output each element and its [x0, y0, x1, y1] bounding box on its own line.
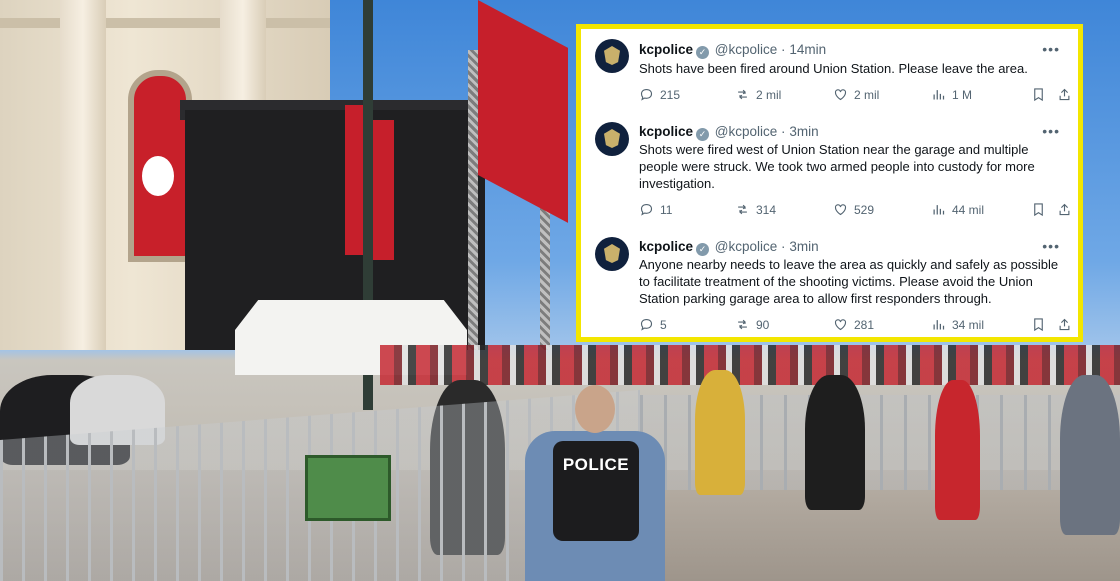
heart-icon — [834, 89, 847, 101]
person — [805, 375, 865, 510]
display-name[interactable]: kcpolice — [639, 124, 693, 139]
tweet-thread-card: kcpolice ✓ @kcpolice · 14min ••• Shots ha… — [576, 24, 1083, 342]
tweet-header: kcpolice ✓ @kcpolice · 3min — [639, 239, 819, 256]
chiefs-arch-banner — [128, 70, 192, 262]
share-button[interactable] — [1057, 87, 1072, 102]
reply-button[interactable]: 5 — [639, 317, 667, 332]
repost-button[interactable]: 2 mil — [735, 87, 781, 102]
tweet-actions: 215 2 mil 2 mil 1 M — [639, 87, 1072, 103]
verified-badge-icon: ✓ — [696, 243, 710, 256]
user-handle[interactable]: @kcpolice — [715, 124, 777, 139]
share-button[interactable] — [1057, 317, 1072, 332]
views-chart-icon — [933, 90, 945, 100]
display-name[interactable]: kcpolice — [639, 239, 693, 254]
views-button[interactable]: 1 M — [931, 87, 972, 102]
share-icon — [1059, 203, 1070, 216]
views-button[interactable]: 34 mil — [931, 317, 984, 332]
police-vest-text: POLICE — [562, 455, 630, 474]
person — [1060, 375, 1120, 535]
reply-icon — [640, 203, 653, 216]
bookmark-icon — [1034, 88, 1043, 102]
tweet-text: Anyone nearby needs to leave the area as… — [639, 257, 1059, 306]
more-options-icon[interactable]: ••• — [1042, 123, 1060, 139]
share-button[interactable] — [1057, 202, 1072, 217]
reply-button[interactable]: 215 — [639, 87, 680, 102]
user-handle[interactable]: @kcpolice — [715, 42, 777, 57]
verified-badge-icon: ✓ — [696, 46, 710, 59]
tweet-actions: 11 314 529 44 mil — [639, 202, 1072, 218]
views-chart-icon — [933, 205, 945, 215]
view-count: 44 mil — [952, 202, 985, 217]
stage-truss — [468, 50, 478, 350]
repost-icon — [738, 89, 747, 100]
bookmark-button[interactable] — [1031, 87, 1046, 102]
heart-icon — [834, 319, 847, 331]
person — [935, 380, 980, 520]
separator-dot: · — [781, 124, 786, 139]
repost-count: 314 — [756, 202, 777, 217]
police-badge-icon — [604, 129, 620, 148]
repost-button[interactable]: 90 — [735, 317, 769, 332]
reply-button[interactable]: 11 — [639, 202, 672, 217]
more-options-icon[interactable]: ••• — [1042, 41, 1060, 57]
bookmark-button[interactable] — [1031, 317, 1046, 332]
like-count: 529 — [854, 202, 875, 217]
folding-chair — [305, 455, 391, 521]
like-count: 2 mil — [854, 87, 880, 102]
reply-count: 5 — [660, 317, 667, 332]
red-banner — [478, 0, 568, 223]
share-icon — [1059, 318, 1070, 331]
police-vest: POLICE — [553, 441, 639, 541]
tweet-text: Shots have been fired around Union Stati… — [639, 61, 1028, 76]
timestamp[interactable]: 3min — [789, 124, 818, 139]
chiefs-logo — [142, 156, 174, 196]
more-options-icon[interactable]: ••• — [1042, 238, 1060, 254]
person — [695, 370, 745, 495]
police-badge-icon — [604, 244, 620, 263]
repost-button[interactable]: 314 — [735, 202, 776, 217]
building-pillar — [60, 0, 106, 350]
avatar[interactable] — [595, 39, 629, 73]
distant-crowd — [380, 345, 1120, 385]
police-officer: POLICE — [505, 385, 685, 581]
bookmark-icon — [1034, 203, 1043, 217]
like-button[interactable]: 281 — [833, 317, 874, 332]
bookmark-icon — [1034, 318, 1043, 332]
like-button[interactable]: 529 — [833, 202, 874, 217]
share-icon — [1059, 88, 1070, 101]
verified-badge-icon: ✓ — [696, 128, 710, 141]
tweet-text: Shots were fired west of Union Station n… — [639, 142, 1035, 191]
tweet-actions: 5 90 281 34 mil — [639, 317, 1072, 333]
avatar[interactable] — [595, 237, 629, 271]
building-cornice — [0, 18, 330, 28]
police-badge-icon — [604, 46, 620, 65]
view-count: 1 M — [952, 87, 973, 102]
timestamp[interactable]: 3min — [789, 239, 818, 254]
reply-icon — [640, 88, 653, 101]
reply-icon — [640, 318, 653, 331]
red-banner — [372, 120, 394, 260]
repost-count: 2 mil — [756, 87, 782, 102]
timestamp[interactable]: 14min — [789, 42, 826, 57]
repost-icon — [738, 204, 747, 215]
bookmark-button[interactable] — [1031, 202, 1046, 217]
display-name[interactable]: kcpolice — [639, 42, 693, 57]
tweet-header: kcpolice ✓ @kcpolice · 3min — [639, 124, 819, 141]
avatar[interactable] — [595, 122, 629, 156]
separator-dot: · — [781, 239, 786, 254]
repost-count: 90 — [756, 317, 770, 332]
user-handle[interactable]: @kcpolice — [715, 239, 777, 254]
repost-icon — [738, 319, 747, 330]
views-button[interactable]: 44 mil — [931, 202, 984, 217]
separator-dot: · — [781, 42, 786, 57]
reply-count: 11 — [660, 202, 673, 217]
view-count: 34 mil — [952, 317, 985, 332]
heart-icon — [834, 204, 847, 216]
views-chart-icon — [933, 320, 945, 330]
tweet-header: kcpolice ✓ @kcpolice · 14min — [639, 42, 826, 59]
like-button[interactable]: 2 mil — [833, 87, 879, 102]
reply-count: 215 — [660, 87, 681, 102]
like-count: 281 — [854, 317, 875, 332]
officer-head — [575, 385, 615, 433]
